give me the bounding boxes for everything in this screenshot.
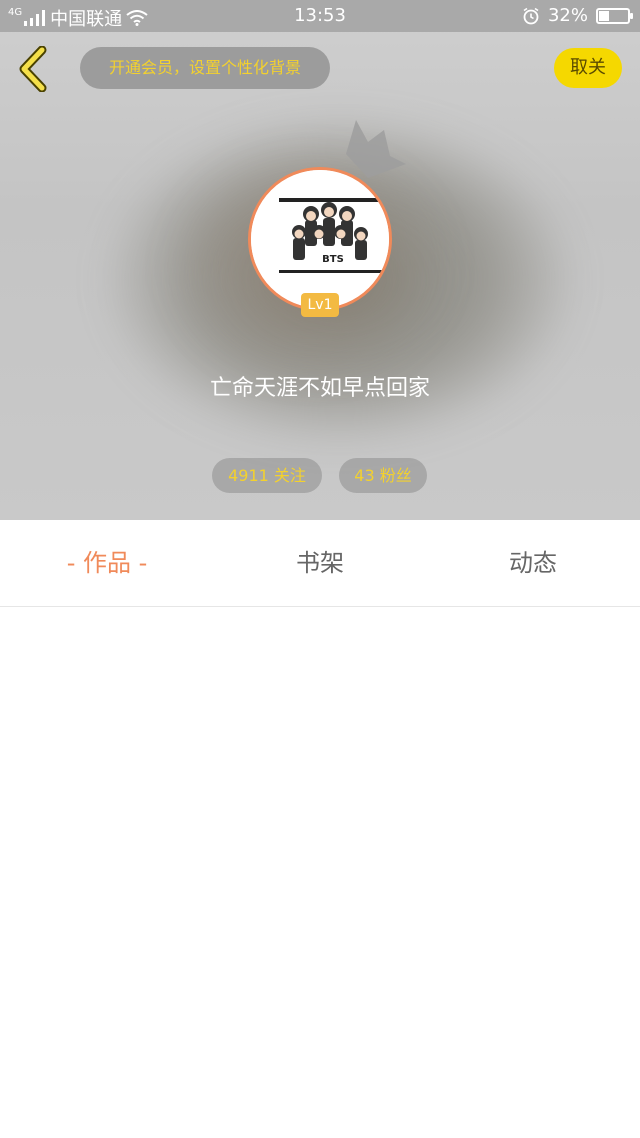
alarm-icon (523, 7, 539, 24)
tab-works[interactable]: - 作品 - (40, 520, 174, 606)
profile-tabs: - 作品 - 书架 动态 (0, 520, 640, 607)
level-badge: Lv1 (301, 293, 339, 317)
unfollow-button[interactable]: 取关 (554, 48, 622, 88)
vip-promo-button[interactable]: 开通会员，设置个性化背景 (80, 47, 330, 89)
battery-percent: 32% (547, 5, 588, 26)
avatar-illustration: BTS (251, 170, 389, 308)
tab-bookshelf[interactable]: 书架 (253, 520, 387, 606)
chevron-left-icon (19, 45, 47, 93)
following-count-button[interactable]: 4911 关注 (212, 458, 322, 493)
status-bar: 4G 中国联通 13:53 32% (0, 0, 640, 32)
profile-header: 4G 中国联通 13:53 32% 开通会员，设置个性化背景 取关 BTS Lv… (0, 0, 640, 520)
avatar-text: BTS (322, 254, 344, 265)
avatar-image: BTS (248, 167, 392, 311)
back-button[interactable] (14, 45, 54, 93)
content-area (0, 607, 640, 1138)
battery-fill (599, 10, 609, 21)
avatar[interactable]: BTS (248, 167, 392, 311)
tab-activity[interactable]: 动态 (466, 520, 600, 606)
battery-icon (596, 7, 633, 24)
fans-count-button[interactable]: 43 粉丝 (339, 458, 427, 493)
username: 亡命天涯不如早点回家 (209, 376, 430, 401)
